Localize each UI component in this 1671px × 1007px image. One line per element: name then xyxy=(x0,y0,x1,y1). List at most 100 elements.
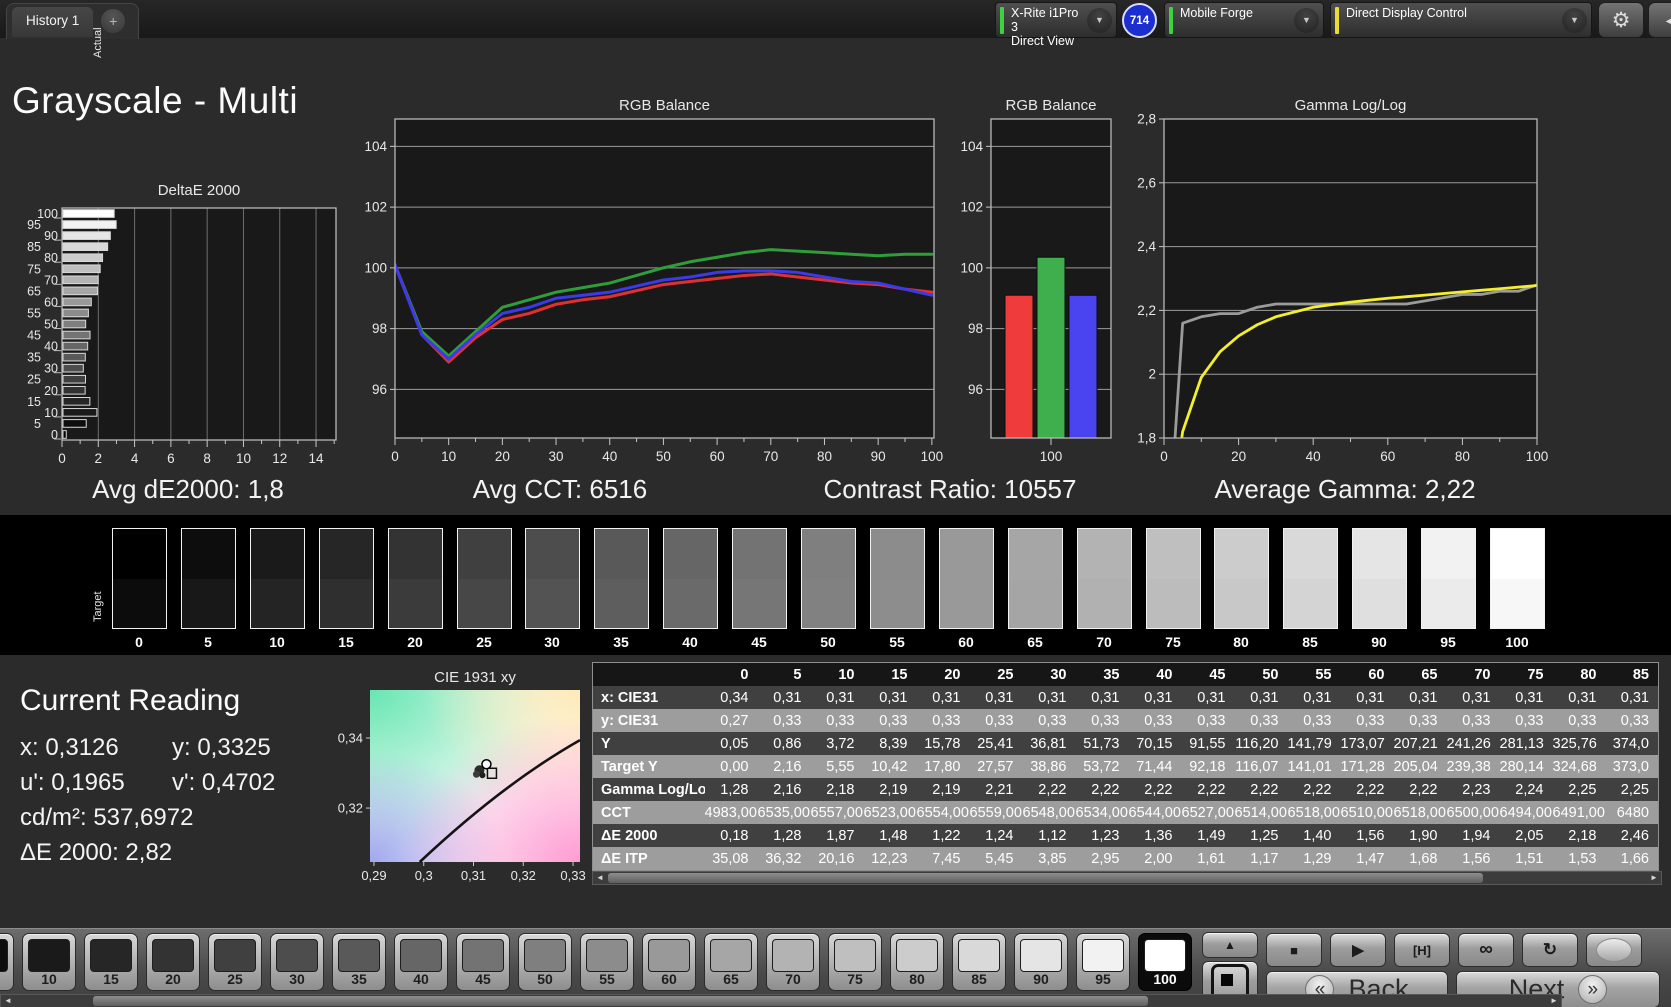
swatch-level-label: 35 xyxy=(613,634,629,650)
table-cell: 7,45 xyxy=(916,847,970,871)
table-cell: 207,21 xyxy=(1393,732,1447,755)
svg-text:100: 100 xyxy=(960,260,983,275)
table-column-header: 80 xyxy=(1552,662,1606,686)
meter-label: Mobile Forge xyxy=(1180,6,1253,20)
pattern-level-label: 20 xyxy=(165,971,181,987)
blank-button[interactable] xyxy=(1586,933,1642,967)
table-cell: 1,12 xyxy=(1022,824,1076,847)
grayscale-swatch-55 xyxy=(870,528,925,629)
table-cell: 374,0 xyxy=(1605,732,1659,755)
table-cell: 1,49 xyxy=(1181,824,1235,847)
stop-icon: ■ xyxy=(1290,942,1298,958)
scrollbar-thumb[interactable] xyxy=(93,996,1148,1006)
chevron-down-icon[interactable]: ▼ xyxy=(1562,7,1587,33)
measure-continuous-button[interactable]: ∞ xyxy=(1458,933,1514,967)
svg-text:0: 0 xyxy=(51,428,58,442)
reading-luminance: cd/m²: 537,6972 xyxy=(20,804,194,831)
meter-label: Direct Display Control xyxy=(1346,6,1467,20)
reading-v: v': 0,4702 xyxy=(172,769,276,796)
play-button[interactable]: ▶ xyxy=(1330,933,1386,967)
chevron-down-icon[interactable]: ▼ xyxy=(1294,7,1319,33)
table-cell: 0,31 xyxy=(1393,686,1447,709)
pattern-level-button-80[interactable]: 80 xyxy=(890,933,944,991)
grayscale-swatch-100 xyxy=(1490,528,1545,629)
pattern-chip xyxy=(28,939,70,972)
pattern-level-button-70[interactable]: 70 xyxy=(766,933,820,991)
meter-label: X-Rite i1Pro 3 Direct View xyxy=(1011,6,1079,48)
table-cell: 2,22 xyxy=(1181,778,1235,801)
svg-text:96: 96 xyxy=(372,382,387,397)
actual-patch xyxy=(1147,529,1200,579)
pattern-level-button-90[interactable]: 90 xyxy=(1014,933,1068,991)
meter-dropdown-display-control[interactable]: Direct Display Control ▼ xyxy=(1330,2,1592,38)
table-cell: 6559,00 xyxy=(969,801,1023,824)
pattern-level-button-100[interactable]: 100 xyxy=(1138,933,1192,991)
scroll-left-icon[interactable]: ◄ xyxy=(1,995,15,1007)
table-cell: 239,38 xyxy=(1446,755,1500,778)
table-cell: 2,22 xyxy=(1287,778,1341,801)
svg-text:70: 70 xyxy=(763,449,778,464)
tab-history-1[interactable]: History 1 xyxy=(12,6,94,37)
table-cell: 141,79 xyxy=(1287,732,1341,755)
pattern-level-label: 100 xyxy=(1153,971,1177,987)
swatch-level-label: 60 xyxy=(958,634,974,650)
stop-button[interactable]: ■ xyxy=(1266,933,1322,967)
pattern-level-button-10[interactable]: 10 xyxy=(22,933,76,991)
table-cell: 6554,00 xyxy=(916,801,970,824)
measure-series-button[interactable]: [H] xyxy=(1394,933,1450,967)
table-cell: 1,66 xyxy=(1605,847,1659,871)
pattern-level-button-85[interactable]: 85 xyxy=(952,933,1006,991)
table-cell: 373,0 xyxy=(1605,755,1659,778)
pattern-level-button-5[interactable]: 5 xyxy=(0,933,14,991)
table-cell: 2,22 xyxy=(1128,778,1182,801)
pattern-level-button-50[interactable]: 50 xyxy=(518,933,572,991)
table-cell: 6510,00 xyxy=(1340,801,1394,824)
table-cell: 116,20 xyxy=(1234,732,1288,755)
chevron-left-icon: ◀ xyxy=(1666,12,1671,29)
pattern-scrollbar[interactable]: ◄ ► xyxy=(0,994,1562,1007)
table-cell: 6523,00 xyxy=(863,801,917,824)
meter-dropdown-pattern-source[interactable]: Mobile Forge ▼ xyxy=(1164,2,1324,38)
table-row-label: Gamma Log/Log xyxy=(592,778,705,801)
svg-text:80: 80 xyxy=(44,251,58,265)
svg-text:98: 98 xyxy=(968,321,983,336)
pattern-level-button-60[interactable]: 60 xyxy=(642,933,696,991)
pattern-level-button-95[interactable]: 95 xyxy=(1076,933,1130,991)
scroll-left-icon[interactable]: ◄ xyxy=(593,872,607,884)
table-cell: 1,90 xyxy=(1393,824,1447,847)
table-cell: 2,46 xyxy=(1605,824,1659,847)
actual-patch xyxy=(871,529,924,579)
add-tab-button[interactable]: + xyxy=(101,8,126,33)
table-cell: 2,95 xyxy=(1075,847,1129,871)
swatch-level-label: 55 xyxy=(889,634,905,650)
pattern-list-up-button[interactable]: ▲ xyxy=(1202,932,1258,958)
table-scrollbar[interactable]: ◄ ► xyxy=(592,871,1662,885)
pattern-level-button-20[interactable]: 20 xyxy=(146,933,200,991)
actual-patch xyxy=(1009,529,1062,579)
pattern-level-button-35[interactable]: 35 xyxy=(332,933,386,991)
refresh-button[interactable]: ↻ xyxy=(1522,933,1578,967)
pattern-level-button-40[interactable]: 40 xyxy=(394,933,448,991)
meter-dropdown-probe[interactable]: X-Rite i1Pro 3 Direct View ▼ xyxy=(995,2,1117,48)
pattern-level-button-25[interactable]: 25 xyxy=(208,933,262,991)
pattern-level-button-75[interactable]: 75 xyxy=(828,933,882,991)
settings-button[interactable]: ⚙ xyxy=(1598,2,1644,38)
svg-text:35: 35 xyxy=(27,351,41,365)
table-cell: 0,31 xyxy=(1605,686,1659,709)
grayscale-swatch-75 xyxy=(1146,528,1201,629)
svg-text:30: 30 xyxy=(44,362,58,376)
pattern-level-button-15[interactable]: 15 xyxy=(84,933,138,991)
pattern-level-button-30[interactable]: 30 xyxy=(270,933,324,991)
actual-patch xyxy=(320,529,373,579)
pattern-level-button-45[interactable]: 45 xyxy=(456,933,510,991)
pattern-level-button-65[interactable]: 65 xyxy=(704,933,758,991)
swatch-level-label: 85 xyxy=(1302,634,1318,650)
table-column-header: 55 xyxy=(1287,662,1341,686)
scroll-right-icon[interactable]: ► xyxy=(1647,872,1661,884)
table-cell: 6557,00 xyxy=(810,801,864,824)
scrollbar-thumb[interactable] xyxy=(608,873,1483,883)
chevron-down-icon[interactable]: ▼ xyxy=(1087,7,1112,33)
pattern-level-button-55[interactable]: 55 xyxy=(580,933,634,991)
collapse-panel-button[interactable]: ◀ xyxy=(1648,2,1671,38)
scroll-right-icon[interactable]: ► xyxy=(1547,995,1561,1007)
